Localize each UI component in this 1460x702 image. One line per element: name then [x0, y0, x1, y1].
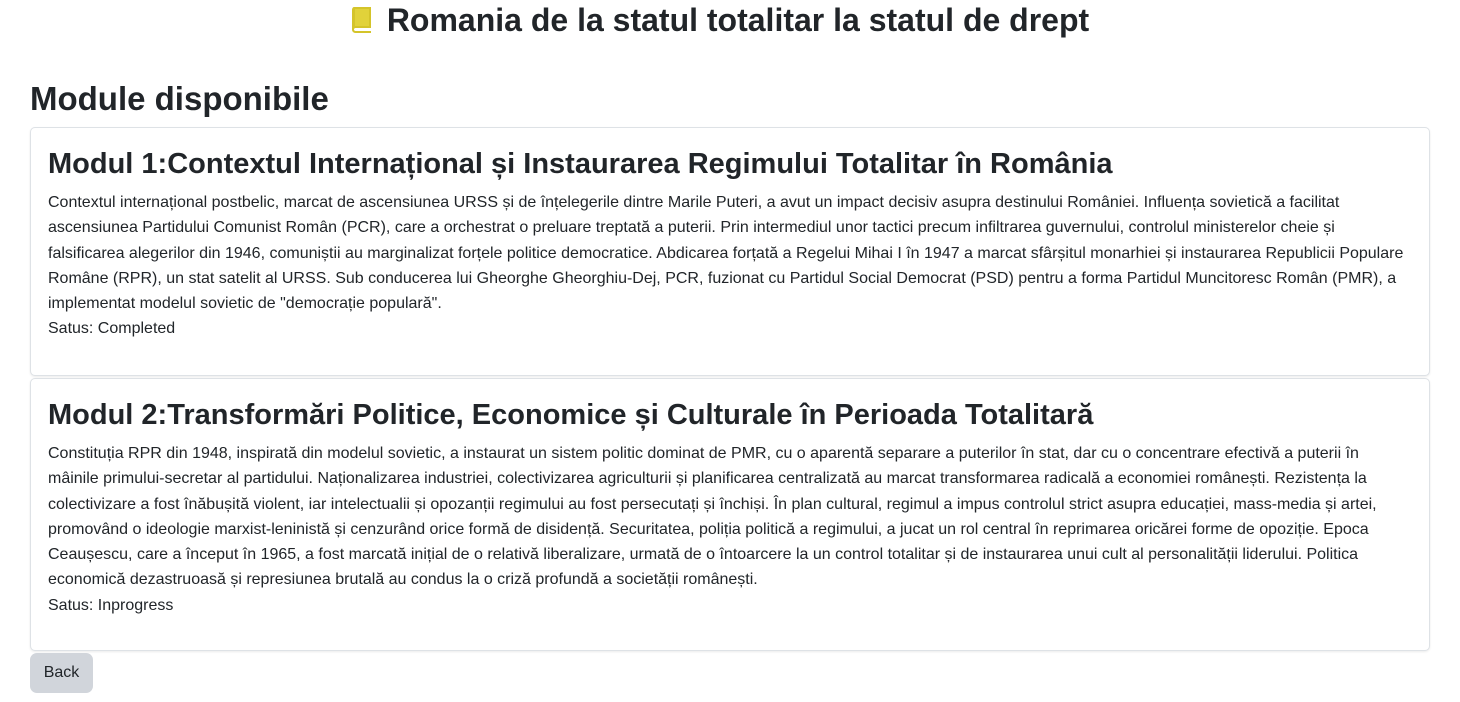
module-description: Contextul internațional postbelic, marca…: [48, 194, 1404, 313]
module-card-2: Modul 2:Transformări Politice, Economice…: [30, 378, 1430, 651]
header-inner: Romania de la statul totalitar la statul…: [351, 2, 1089, 38]
section-title: Module disponibile: [30, 80, 329, 117]
module-status: Satus: Inprogress: [48, 596, 174, 614]
module-title: Modul 1:Contextul Internațional și Insta…: [48, 148, 1113, 180]
module-title: Modul 2:Transformări Politice, Economice…: [48, 399, 1094, 431]
module-status: Satus: Completed: [48, 320, 176, 338]
page-title: Romania de la statul totalitar la statul…: [386, 2, 1090, 38]
page-header: Romania de la statul totalitar la statul…: [0, 0, 1460, 40]
module-card-1: Modul 1:Contextul Internațional și Insta…: [30, 127, 1430, 376]
book-icon: [351, 6, 373, 34]
back-button[interactable]: Back: [30, 653, 93, 693]
module-description: Constituția RPR din 1948, inspirată din …: [48, 445, 1377, 589]
